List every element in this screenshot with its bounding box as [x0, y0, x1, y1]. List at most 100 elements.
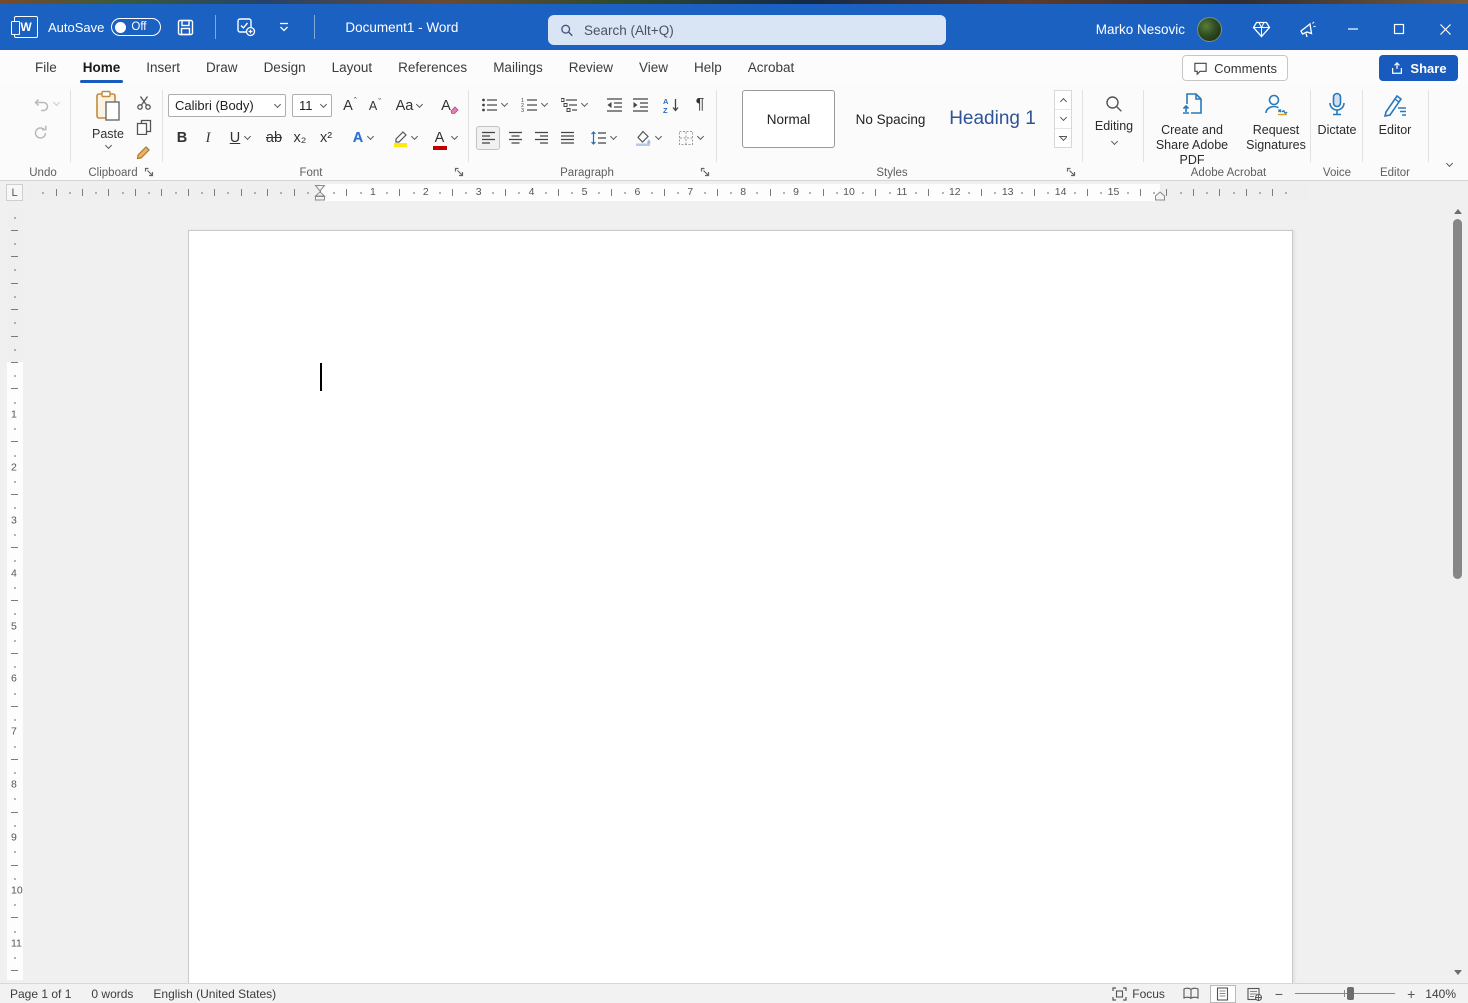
style-normal[interactable]: Normal: [742, 90, 835, 148]
cut-button[interactable]: [132, 92, 156, 114]
text-effects-button[interactable]: A: [346, 126, 380, 150]
customize-quick-access-toolbar-button[interactable]: [270, 13, 298, 41]
line-spacing-icon: [590, 130, 607, 146]
underline-button[interactable]: U: [222, 126, 258, 150]
styles-dialog-launcher[interactable]: [1066, 167, 1079, 180]
tab-file[interactable]: File: [22, 50, 70, 84]
zoom-slider-handle[interactable]: [1347, 987, 1354, 1000]
paragraph-dialog-launcher[interactable]: [700, 167, 713, 180]
styles-scroll-up-button[interactable]: [1055, 91, 1071, 110]
clipboard-dialog-launcher[interactable]: [144, 167, 157, 180]
grow-font-button[interactable]: Aˆ: [338, 94, 362, 118]
comments-button[interactable]: Comments: [1182, 55, 1288, 81]
italic-button[interactable]: I: [196, 126, 220, 150]
tab-stop-selector[interactable]: L: [6, 184, 23, 201]
maximize-button[interactable]: [1376, 8, 1422, 50]
web-layout-button[interactable]: [1242, 985, 1268, 1003]
word-count[interactable]: 0 words: [81, 984, 143, 1003]
show-hide-pilcrow-button[interactable]: ¶: [688, 93, 712, 117]
request-signatures-button[interactable]: Request Signatures: [1243, 88, 1309, 153]
style-heading-1[interactable]: Heading 1: [946, 90, 1039, 148]
repeat-button[interactable]: [28, 120, 52, 144]
tab-design[interactable]: Design: [251, 50, 319, 84]
strikethrough-button[interactable]: ab: [262, 126, 286, 150]
multilevel-list-button[interactable]: [558, 93, 590, 117]
touch-mouse-mode-button[interactable]: [232, 13, 260, 41]
justify-button[interactable]: [555, 126, 579, 150]
paste-button[interactable]: Paste: [84, 90, 132, 162]
print-layout-button[interactable]: [1210, 985, 1236, 1003]
scrollbar-thumb[interactable]: [1453, 219, 1462, 579]
find-magnifier-icon: [1104, 94, 1124, 114]
word-app-icon[interactable]: W: [14, 16, 38, 38]
minimize-button[interactable]: [1330, 8, 1376, 50]
copy-button[interactable]: [132, 116, 156, 138]
zoom-out-button[interactable]: −: [1271, 986, 1287, 1002]
align-right-button[interactable]: [529, 126, 553, 150]
increase-indent-button[interactable]: [628, 93, 652, 117]
premium-features-button[interactable]: [1238, 8, 1284, 50]
decrease-indent-button[interactable]: [602, 93, 626, 117]
text-effects-chevron: [367, 133, 374, 140]
line-spacing-button[interactable]: [585, 126, 621, 150]
styles-gallery-more-button[interactable]: [1055, 129, 1071, 147]
collapse-ribbon-button[interactable]: [1438, 156, 1460, 174]
font-dialog-launcher[interactable]: [454, 167, 467, 180]
align-left-button[interactable]: [476, 126, 500, 150]
font-size-select[interactable]: 11: [292, 94, 332, 117]
align-center-button[interactable]: [503, 126, 527, 150]
tab-review[interactable]: Review: [556, 50, 626, 84]
change-case-button[interactable]: Aa: [392, 94, 426, 118]
tab-view[interactable]: View: [626, 50, 681, 84]
tab-insert[interactable]: Insert: [133, 50, 193, 84]
styles-scroll-down-button[interactable]: [1055, 110, 1071, 129]
zoom-level-button[interactable]: 140%: [1419, 987, 1468, 1001]
font-name-select[interactable]: Calibri (Body): [168, 94, 286, 117]
zoom-slider-track[interactable]: [1295, 993, 1395, 994]
zoom-in-button[interactable]: +: [1403, 986, 1419, 1002]
tab-draw[interactable]: Draw: [193, 50, 251, 84]
clear-formatting-button[interactable]: A: [438, 94, 462, 118]
language-indicator[interactable]: English (United States): [143, 984, 286, 1003]
dictate-button[interactable]: Dictate: [1312, 88, 1362, 138]
bold-button[interactable]: B: [170, 126, 194, 150]
style-no-spacing[interactable]: No Spacing: [844, 90, 937, 148]
search-box[interactable]: [548, 15, 946, 45]
numbering-button[interactable]: 1 2 3: [518, 93, 550, 117]
scroll-up-arrow[interactable]: [1453, 207, 1463, 217]
share-button[interactable]: Share: [1379, 55, 1458, 81]
sort-button[interactable]: A Z: [658, 93, 686, 117]
tab-home[interactable]: Home: [70, 50, 134, 84]
tab-references[interactable]: References: [385, 50, 480, 84]
create-share-pdf-button[interactable]: Create and Share Adobe PDF: [1147, 88, 1237, 168]
user-avatar[interactable]: [1197, 17, 1222, 42]
tab-mailings[interactable]: Mailings: [480, 50, 556, 84]
shrink-font-button[interactable]: Aˇ: [363, 94, 387, 118]
superscript-button[interactable]: x²: [314, 126, 338, 150]
save-button[interactable]: [171, 13, 199, 41]
font-color-button[interactable]: A: [428, 126, 464, 150]
focus-mode-button[interactable]: Focus: [1102, 984, 1175, 1003]
coming-soon-button[interactable]: [1284, 8, 1330, 50]
tab-acrobat[interactable]: Acrobat: [735, 50, 808, 84]
right-indent-marker[interactable]: [1154, 191, 1166, 201]
undo-button[interactable]: [28, 92, 62, 116]
bullets-button[interactable]: [478, 93, 510, 117]
shading-button[interactable]: [630, 126, 666, 150]
scroll-down-arrow[interactable]: [1453, 967, 1463, 977]
indent-markers[interactable]: [314, 184, 326, 201]
document-page[interactable]: [188, 230, 1293, 983]
read-mode-button[interactable]: [1178, 985, 1204, 1003]
tab-layout[interactable]: Layout: [319, 50, 386, 84]
editor-button[interactable]: Editor: [1366, 88, 1424, 138]
tab-help[interactable]: Help: [681, 50, 735, 84]
subscript-button[interactable]: x₂: [288, 126, 312, 150]
autosave-toggle[interactable]: Off: [111, 18, 161, 36]
highlight-color-button[interactable]: [386, 126, 422, 150]
close-button[interactable]: [1422, 8, 1468, 50]
search-input[interactable]: [584, 23, 934, 38]
borders-button[interactable]: [672, 126, 708, 150]
format-painter-button[interactable]: [132, 140, 156, 162]
page-indicator[interactable]: Page 1 of 1: [0, 984, 81, 1003]
editing-button[interactable]: Editing: [1086, 88, 1142, 144]
